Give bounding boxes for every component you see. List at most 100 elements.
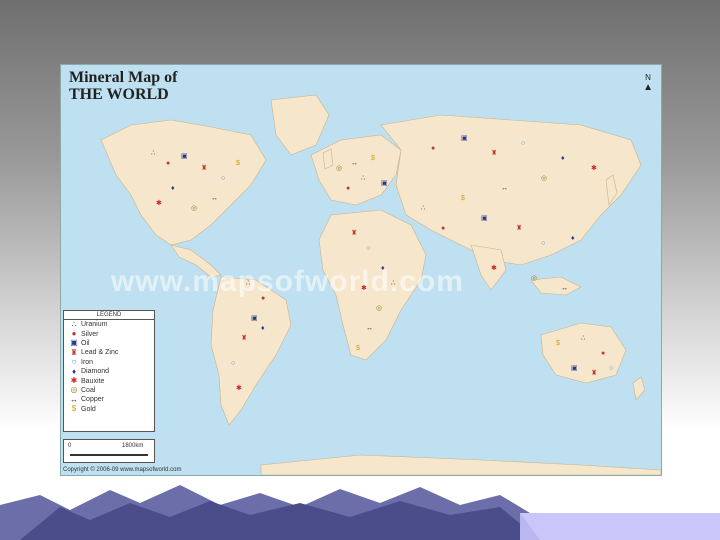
copper-icon: ↔ <box>561 285 568 292</box>
scale-bar: 0 1800km <box>63 439 155 463</box>
legend-label: Silver <box>81 330 99 338</box>
silver-icon: ● <box>441 225 446 232</box>
legend-label: Bauxite <box>81 377 105 385</box>
lead-zinc-icon: ♜ <box>70 347 78 357</box>
legend-label: Iron <box>81 358 94 366</box>
legend-label: Uranium <box>81 321 108 329</box>
mountain-decoration <box>0 485 720 540</box>
diamond-icon: ♦ <box>571 235 575 242</box>
scale-line <box>70 454 148 456</box>
iron-icon: ○ <box>221 175 226 182</box>
bauxite-icon: ✱ <box>70 376 78 386</box>
copper-icon: ↔ <box>366 325 373 332</box>
map-title-line1: Mineral Map of <box>69 69 178 86</box>
north-label: N <box>645 73 651 82</box>
lead-zinc-icon: ♜ <box>201 165 208 172</box>
silver-icon: ● <box>166 160 171 167</box>
iron-icon: ○ <box>541 240 546 247</box>
legend-item: ↔ Copper <box>64 395 154 404</box>
legend-item: ♜ Lead & Zinc <box>64 348 154 357</box>
silver-icon: ● <box>346 185 351 192</box>
coal-icon: ◎ <box>336 165 343 172</box>
iron-icon: ○ <box>366 245 371 252</box>
copper-icon: ↔ <box>70 394 78 404</box>
diamond-icon: ♦ <box>561 155 565 162</box>
copper-icon: ↔ <box>211 195 218 202</box>
legend-title: LEGEND <box>64 311 154 320</box>
gold-icon: $ <box>461 195 465 202</box>
gold-icon: $ <box>556 340 560 347</box>
legend-label: Gold <box>81 405 96 413</box>
legend-item: ∴ Uranium <box>64 320 154 329</box>
legend-label: Lead & Zinc <box>81 349 119 357</box>
oil-icon: ▣ <box>461 135 468 142</box>
uranium-icon: ∴ <box>361 175 366 182</box>
gold-icon: $ <box>356 345 360 352</box>
iron-icon: ○ <box>609 365 614 372</box>
oil-icon: ▣ <box>251 315 258 322</box>
oil-icon: ▣ <box>181 153 188 160</box>
coal-icon: ◎ <box>191 205 198 212</box>
uranium-icon: ∴ <box>246 280 251 287</box>
oil-icon: ▣ <box>381 180 388 187</box>
diamond-icon: ♦ <box>171 185 175 192</box>
legend-items: ∴ Uranium ● Silver ▣ Oil ♜ Lead & Zinc ○ Iron ♦ Dia… <box>64 320 154 414</box>
coal-icon: ◎ <box>376 305 383 312</box>
copyright: Copyright © 2006-09 www.mapsofworld.com <box>63 467 182 473</box>
map-title: Mineral Map of THE WORLD <box>69 69 177 103</box>
bauxite-icon: ✱ <box>491 265 497 272</box>
lead-zinc-icon: ♜ <box>351 230 358 237</box>
uranium-icon: ∴ <box>581 335 586 342</box>
diamond-icon: ♦ <box>261 325 265 332</box>
scale-end: 1800km <box>122 443 144 449</box>
legend-label: Diamond <box>81 368 110 376</box>
copper-icon: ↔ <box>501 185 508 192</box>
diamond-icon: ♦ <box>71 366 77 376</box>
iron-icon: ○ <box>521 140 526 147</box>
legend-item: ♦ Diamond <box>64 367 154 376</box>
scale-start: 0 <box>68 443 72 449</box>
coal-icon: ◎ <box>541 175 548 182</box>
legend-item: $ Gold <box>64 405 154 414</box>
uranium-icon: ∴ <box>71 319 77 329</box>
legend-item: ○ Iron <box>64 358 154 367</box>
oil-icon: ▣ <box>481 215 488 222</box>
lead-zinc-icon: ♜ <box>516 225 523 232</box>
oil-icon: ▣ <box>70 338 78 348</box>
north-arrow: N ▲ <box>643 73 653 93</box>
diamond-icon: ♦ <box>381 265 385 272</box>
legend-label: Copper <box>81 396 104 404</box>
bauxite-icon: ✱ <box>591 165 597 172</box>
legend-label: Coal <box>81 386 96 394</box>
silver-icon: ● <box>601 350 606 357</box>
iron-icon: ○ <box>71 357 77 367</box>
gold-icon: $ <box>371 155 375 162</box>
bauxite-icon: ✱ <box>236 385 242 392</box>
lead-zinc-icon: ♜ <box>591 370 598 377</box>
lead-zinc-icon: ♜ <box>241 335 248 342</box>
oil-icon: ▣ <box>571 365 578 372</box>
map-title-line2: THE WORLD <box>69 86 169 103</box>
legend-item: ● Silver <box>64 329 154 338</box>
coal-icon: ◎ <box>531 275 538 282</box>
legend-item: ▣ Oil <box>64 339 154 348</box>
silver-icon: ● <box>261 295 266 302</box>
gold-icon: $ <box>71 404 77 414</box>
world-mineral-map: Mineral Map of THE WORLD N ▲ www.mapsofw… <box>60 64 662 476</box>
uranium-icon: ∴ <box>391 280 396 287</box>
iron-icon: ○ <box>231 360 236 367</box>
uranium-icon: ∴ <box>421 205 426 212</box>
legend-item: ✱ Bauxite <box>64 376 154 385</box>
legend-item: ◎ Coal <box>64 386 154 395</box>
silver-icon: ● <box>431 145 436 152</box>
legend: LEGEND ∴ Uranium ● Silver ▣ Oil ♜ Lead & Zinc ○ I… <box>63 310 155 432</box>
coal-icon: ◎ <box>70 385 78 395</box>
bauxite-icon: ✱ <box>156 200 162 207</box>
lead-zinc-icon: ♜ <box>491 150 498 157</box>
bauxite-icon: ✱ <box>361 285 367 292</box>
copper-icon: ↔ <box>351 160 358 167</box>
gold-icon: $ <box>236 160 240 167</box>
silver-icon: ● <box>71 329 77 339</box>
north-arrow-icon: ▲ <box>643 82 653 93</box>
legend-label: Oil <box>81 339 90 347</box>
